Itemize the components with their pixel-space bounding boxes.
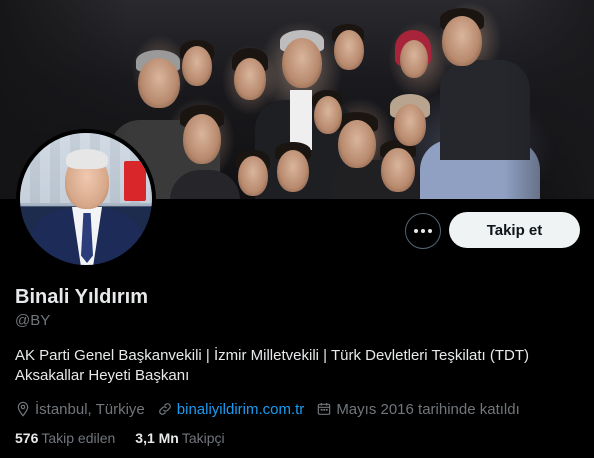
calendar-icon <box>318 403 331 415</box>
followers-count: 3,1 Mn <box>135 430 179 446</box>
location-text: İstanbul, Türkiye <box>35 400 145 418</box>
following-count: 576 <box>15 430 39 446</box>
profile-avatar[interactable] <box>16 129 156 269</box>
followers-label: Takipçi <box>181 430 225 446</box>
link-icon <box>158 403 171 415</box>
follow-button[interactable]: Takip et <box>449 212 580 248</box>
profile-handle: @BY <box>15 312 51 329</box>
profile-website[interactable]: binaliyildirim.com.tr <box>157 401 305 418</box>
profile-location: İstanbul, Türkiye <box>15 401 145 418</box>
profile-page: Takip et Binali Yıldırım @BY AK Parti Ge… <box>0 0 594 458</box>
profile-stats: 576 Takip edilen 3,1 Mn Takipçi <box>15 430 245 446</box>
profile-display-name: Binali Yıldırım <box>15 286 148 308</box>
location-pin-icon <box>17 401 29 417</box>
website-link[interactable]: binaliyildirim.com.tr <box>177 401 305 418</box>
profile-bio: AK Parti Genel Başkanvekili | İzmir Mill… <box>15 347 530 384</box>
profile-joined: Mayıs 2016 tarihinde katıldı <box>316 400 520 418</box>
profile-meta: İstanbul, Türkiye binaliyildirim.com.tr … <box>15 399 532 419</box>
ellipsis-icon <box>414 229 432 233</box>
following-stat[interactable]: 576 Takip edilen <box>15 430 115 446</box>
followers-stat[interactable]: 3,1 Mn Takipçi <box>135 430 224 446</box>
following-label: Takip edilen <box>41 430 116 446</box>
joined-text: Mayıs 2016 tarihinde katıldı <box>336 400 520 418</box>
more-options-button[interactable] <box>405 213 441 249</box>
